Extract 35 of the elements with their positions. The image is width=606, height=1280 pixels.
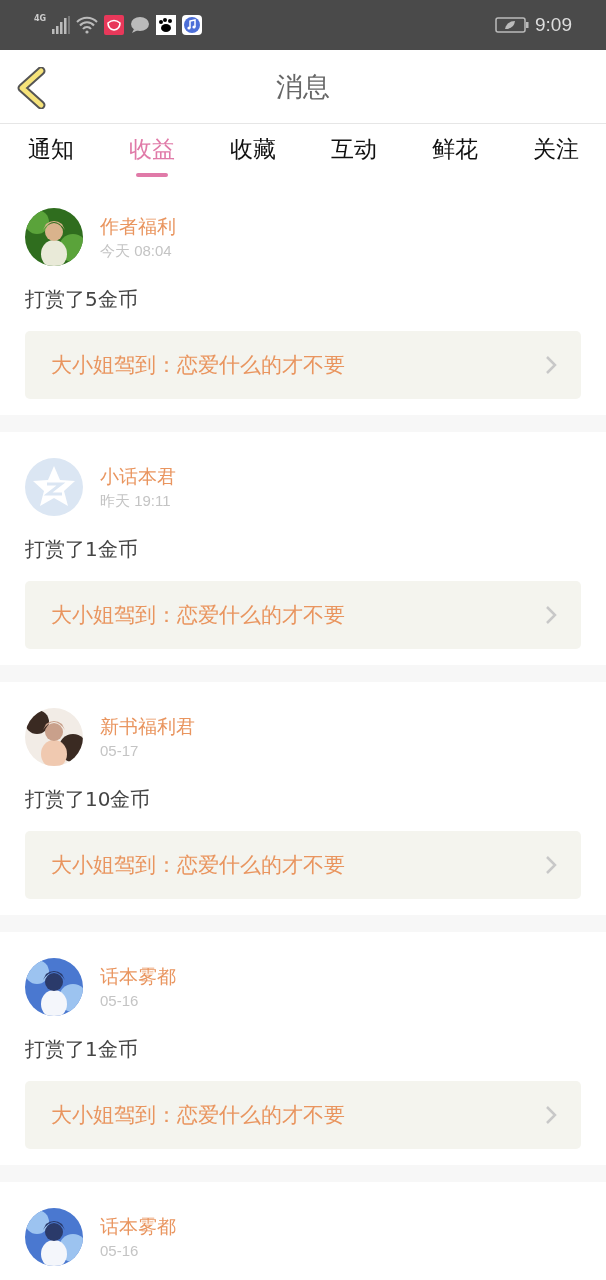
tab[interactable]: 收藏 (202, 124, 303, 182)
wifi-icon (76, 16, 99, 34)
message-time: 05-17 (100, 741, 140, 761)
message-time: 今天 08:04 (100, 241, 173, 261)
signal-icon (52, 16, 71, 34)
network-label: 4G (34, 14, 47, 23)
back-icon[interactable] (16, 67, 46, 109)
app-icon (104, 15, 125, 35)
battery-icon (495, 17, 529, 33)
page-title: 消息 (276, 69, 330, 104)
sender-name: 作者福利 (100, 214, 176, 238)
tab[interactable]: 通知 (0, 124, 101, 182)
clock-time: 9:09 (535, 14, 572, 36)
tab[interactable]: 互动 (303, 124, 404, 182)
chevron-right-icon (545, 855, 557, 875)
chat-bubble-icon (130, 16, 151, 34)
sender-name: 小话本君 (100, 464, 176, 488)
message-time: 昨天 19:11 (100, 491, 172, 511)
sender-name: 新书福利君 (100, 714, 195, 738)
chevron-right-icon (545, 1105, 557, 1125)
sender-name: 话本雾都 (100, 964, 176, 988)
message-time: 05-16 (100, 1241, 140, 1261)
default-avatar-icon (25, 458, 83, 516)
reward-text: 打赏了1金币 (25, 1036, 139, 1062)
tab[interactable]: 关注 (505, 124, 606, 182)
reward-text: 打赏了1金币 (25, 536, 139, 562)
reward-text: 打赏了10金币 (25, 786, 152, 812)
message-time: 05-16 (100, 991, 140, 1011)
music-note-icon (182, 15, 203, 35)
reward-text: 打赏了5金币 (25, 286, 139, 312)
sender-name: 话本雾都 (100, 1214, 176, 1238)
chevron-right-icon (545, 355, 557, 375)
paw-icon (156, 15, 177, 35)
tab[interactable]: 鲜花 (404, 124, 505, 182)
chevron-right-icon (545, 605, 557, 625)
